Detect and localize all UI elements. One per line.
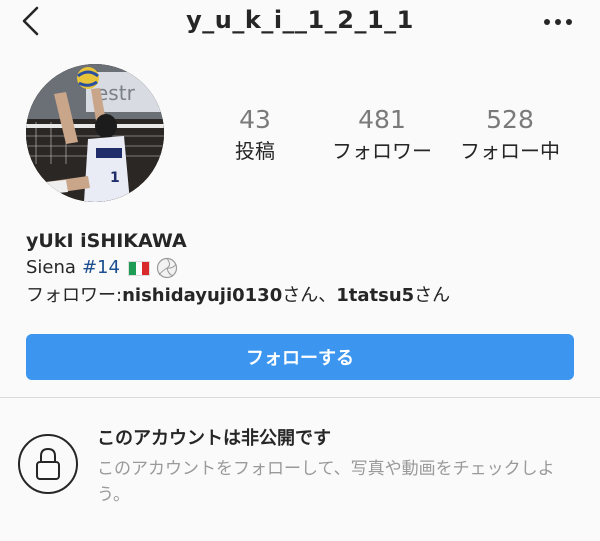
private-account-title: このアカウントは非公開です (97, 428, 331, 449)
volleyball-icon (156, 257, 178, 279)
following-count: 528 (486, 105, 534, 134)
private-account-description: このアカウントをフォローして、写真や動画をチェックしよう。 (97, 459, 555, 505)
follower-suffix-2: さん (414, 285, 451, 306)
profile-avatar[interactable]: estr 1 (26, 64, 164, 202)
more-options-button[interactable] (538, 12, 578, 32)
profile-display-name: yUkI iSHIKAWA (26, 230, 187, 252)
stat-posts[interactable]: 43 投稿 (195, 104, 315, 166)
follower-suffix-1: さん、 (282, 285, 337, 306)
private-account-badge (18, 434, 78, 494)
bio-prefix: Siena (26, 257, 76, 278)
profile-bio: yUkI iSHIKAWA Siena #14 フォロワー: nishidayu… (26, 228, 586, 310)
svg-text:1: 1 (110, 170, 120, 186)
followed-by-prefix: フォロワー: (26, 285, 123, 306)
follow-button[interactable]: フォローする (26, 334, 574, 380)
lock-icon (36, 447, 60, 480)
follower-link-1[interactable]: nishidayuji0130 (122, 282, 282, 310)
italy-flag-icon (127, 260, 150, 276)
followers-label: フォロワー (332, 139, 432, 163)
avatar-photo: estr 1 (26, 64, 164, 202)
follower-link-2[interactable]: 1tatsu5 (336, 282, 414, 310)
posts-count: 43 (239, 105, 271, 134)
bio-text: Siena #14 (26, 254, 586, 282)
profile-stats: 43 投稿 481 フォロワー 528 フォロー中 (190, 104, 590, 166)
section-divider (0, 397, 600, 398)
more-horizontal-icon (544, 19, 572, 25)
followed-by-line[interactable]: フォロワー: nishidayuji0130 さん、 1tatsu5 さん (26, 282, 586, 310)
bio-hashtag-link[interactable]: #14 (82, 254, 120, 282)
profile-username: y_u_k_i__1_2_1_1 (186, 6, 414, 34)
following-label: フォロー中 (460, 139, 560, 163)
posts-label: 投稿 (235, 139, 275, 163)
stat-followers[interactable]: 481 フォロワー (322, 104, 442, 166)
stat-following[interactable]: 528 フォロー中 (450, 104, 570, 166)
followers-count: 481 (358, 105, 406, 134)
top-nav-bar: y_u_k_i__1_2_1_1 (0, 0, 600, 44)
